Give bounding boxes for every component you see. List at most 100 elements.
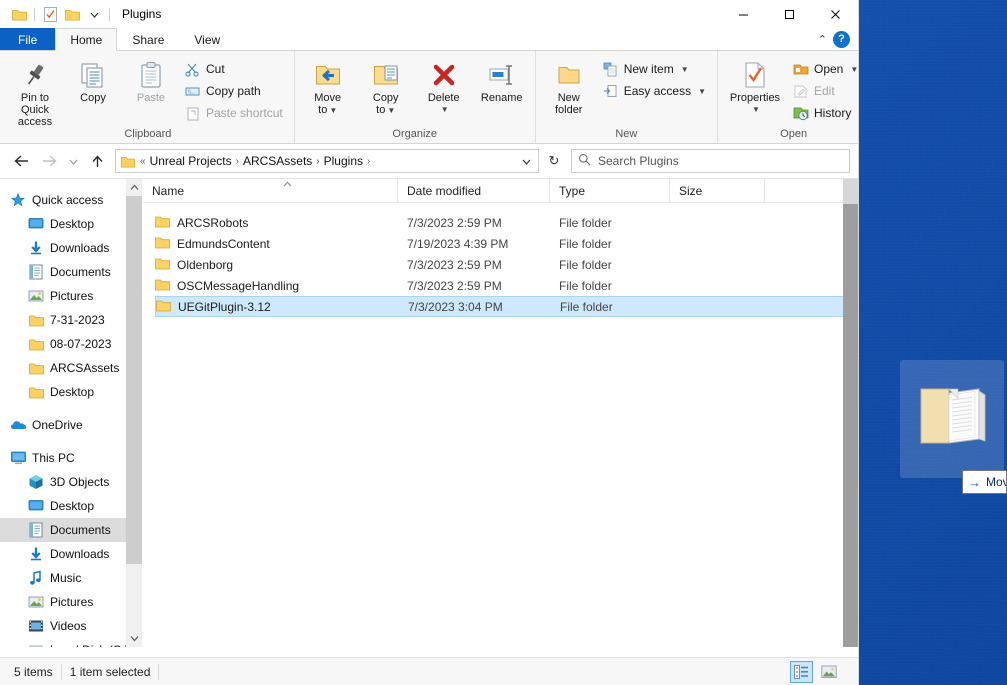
rename-label: Rename bbox=[480, 92, 523, 104]
search-input[interactable]: Search Plugins bbox=[571, 149, 850, 173]
new-item-button[interactable]: New item ▼ bbox=[600, 58, 711, 80]
maximize-button[interactable] bbox=[766, 0, 812, 28]
new-small-buttons: New item ▼ Easy access ▼ bbox=[598, 54, 713, 102]
tab-home[interactable]: Home bbox=[55, 28, 118, 51]
customize-qat-dropdown-icon[interactable] bbox=[83, 3, 105, 25]
sidebar-item-desktop-folder[interactable]: Desktop bbox=[0, 380, 142, 404]
sidebar-item-pictures-qa[interactable]: Pictures bbox=[0, 284, 142, 308]
sidebar-scrollbar[interactable] bbox=[126, 179, 142, 647]
navigation-pane: Quick access Desktop Downloads Documents… bbox=[0, 179, 143, 647]
forward-arrow-icon[interactable] bbox=[36, 148, 62, 174]
sidebar-scroll-thumb[interactable] bbox=[126, 196, 142, 564]
close-button[interactable] bbox=[812, 0, 858, 28]
breadcrumb-item-1[interactable]: ARCSAssets bbox=[240, 154, 315, 168]
new-folder-icon[interactable] bbox=[61, 3, 83, 25]
new-item-dropdown-icon[interactable]: ▼ bbox=[681, 65, 689, 74]
folder-icon[interactable] bbox=[8, 3, 30, 25]
easy-access-dropdown-icon[interactable]: ▼ bbox=[698, 87, 706, 96]
sidebar-item-08-07-2023[interactable]: 08-07-2023 bbox=[0, 332, 142, 356]
address-dropdown-icon[interactable] bbox=[516, 150, 536, 172]
file-list-scrollbar[interactable] bbox=[843, 179, 858, 647]
back-arrow-icon[interactable] bbox=[8, 148, 34, 174]
address-breadcrumb-bar[interactable]: « Unreal Projects › ARCSAssets › Plugins… bbox=[115, 149, 539, 173]
tab-share[interactable]: Share bbox=[117, 28, 179, 50]
copy-path-icon: \\... bbox=[184, 83, 201, 100]
sidebar-item-onedrive[interactable]: OneDrive bbox=[0, 413, 142, 437]
cut-button[interactable]: Cut bbox=[182, 58, 288, 80]
recent-locations-icon[interactable] bbox=[64, 148, 82, 174]
table-row[interactable]: ARCSRobots 7/3/2023 2:59 PM File folder bbox=[155, 212, 855, 233]
sidebar-item-downloads-qa[interactable]: Downloads bbox=[0, 236, 142, 260]
up-arrow-icon[interactable] bbox=[84, 148, 110, 174]
minimize-button[interactable] bbox=[720, 0, 766, 28]
file-name-text: OSCMessageHandling bbox=[177, 278, 300, 293]
new-folder-button[interactable]: New folder bbox=[540, 54, 598, 116]
ribbon-right-controls: ⌃ ? bbox=[818, 28, 858, 50]
sidebar-item-desktop-qa[interactable]: Desktop bbox=[0, 212, 142, 236]
search-icon bbox=[578, 153, 591, 169]
new-folder-label-2: folder bbox=[554, 104, 583, 116]
open-group-label: Open bbox=[780, 128, 808, 140]
sidebar-item-local-disk[interactable]: Local Disk (C:) bbox=[0, 638, 142, 647]
refresh-icon[interactable]: ↻ bbox=[541, 149, 567, 173]
paste-button[interactable]: Paste bbox=[122, 54, 180, 104]
column-header-size[interactable]: Size bbox=[670, 179, 765, 202]
sidebar-item-this-pc[interactable]: This PC bbox=[0, 446, 142, 470]
tab-view[interactable]: View bbox=[179, 28, 235, 50]
sidebar-item-3d-objects[interactable]: 3D Objects bbox=[0, 470, 142, 494]
delete-button[interactable]: Delete ▼ bbox=[415, 54, 473, 116]
sidebar-item-desktop-pc[interactable]: Desktop bbox=[0, 494, 142, 518]
table-row[interactable]: UEGitPlugin-3.12 7/3/2023 3:04 PM File f… bbox=[155, 296, 855, 317]
sidebar-item-quick-access[interactable]: Quick access bbox=[0, 188, 142, 212]
open-dropdown-icon[interactable]: ▼ bbox=[850, 65, 858, 74]
sidebar-item-downloads-pc[interactable]: Downloads bbox=[0, 542, 142, 566]
easy-access-button[interactable]: Easy access ▼ bbox=[600, 80, 711, 102]
collapse-ribbon-icon[interactable]: ⌃ bbox=[818, 33, 827, 46]
delete-dropdown-icon[interactable]: ▼ bbox=[441, 104, 449, 116]
sidebar-label: 7-31-2023 bbox=[50, 313, 105, 327]
table-row[interactable]: Oldenborg 7/3/2023 2:59 PM File folder bbox=[155, 254, 855, 275]
sidebar-item-documents-qa[interactable]: Documents bbox=[0, 260, 142, 284]
copy-path-button[interactable]: \\... Copy path bbox=[182, 80, 288, 102]
breadcrumb-item-2[interactable]: Plugins bbox=[321, 154, 366, 168]
table-row[interactable]: OSCMessageHandling 7/3/2023 2:59 PM File… bbox=[155, 275, 855, 296]
sidebar-scroll-up-icon[interactable] bbox=[126, 179, 142, 196]
move-to-button[interactable]: Move to ▼ bbox=[299, 54, 357, 117]
breadcrumb-separator-2[interactable]: › bbox=[366, 156, 371, 167]
file-list-scroll-thumb[interactable] bbox=[843, 179, 858, 204]
sidebar-item-documents-pc[interactable]: Documents bbox=[0, 518, 142, 542]
open-button[interactable]: Open ▼ bbox=[790, 58, 858, 80]
breadcrumb-overflow[interactable]: « bbox=[139, 156, 147, 167]
move-to-label-2: to ▼ bbox=[318, 104, 338, 116]
pin-icon bbox=[22, 58, 48, 92]
column-header-date-modified[interactable]: Date modified bbox=[398, 179, 550, 202]
rename-button[interactable]: Rename bbox=[473, 54, 531, 104]
history-button[interactable]: History bbox=[790, 102, 858, 124]
easy-access-icon bbox=[602, 83, 619, 100]
column-header-name[interactable]: Name bbox=[143, 179, 398, 202]
column-header-type[interactable]: Type bbox=[550, 179, 670, 202]
breadcrumb-item-0[interactable]: Unreal Projects bbox=[147, 154, 235, 168]
properties-icon[interactable] bbox=[39, 3, 61, 25]
sidebar-item-7-31-2023[interactable]: 7-31-2023 bbox=[0, 308, 142, 332]
help-icon[interactable]: ? bbox=[833, 30, 850, 48]
this-pc-icon bbox=[9, 449, 27, 467]
details-view-button[interactable] bbox=[790, 660, 813, 683]
table-row[interactable]: EdmundsContent 7/19/2023 4:39 PM File fo… bbox=[155, 233, 855, 254]
tab-file[interactable]: File bbox=[0, 28, 56, 50]
sidebar-item-music[interactable]: Music bbox=[0, 566, 142, 590]
sidebar-scroll-down-icon[interactable] bbox=[126, 630, 142, 647]
edit-button[interactable]: Edit bbox=[790, 80, 858, 102]
sidebar-item-videos[interactable]: Videos bbox=[0, 614, 142, 638]
sidebar-item-pictures-pc[interactable]: Pictures bbox=[0, 590, 142, 614]
copy-to-button[interactable]: Copy to ▼ bbox=[357, 54, 415, 117]
sidebar-item-arcsassets[interactable]: ARCSAssets bbox=[0, 356, 142, 380]
large-icons-view-button[interactable] bbox=[817, 661, 840, 683]
copy-button[interactable]: Copy bbox=[64, 54, 122, 104]
pin-to-quick-access-button[interactable]: Pin to Quick access bbox=[6, 54, 64, 128]
properties-dropdown-icon[interactable]: ▼ bbox=[752, 104, 760, 116]
properties-button[interactable]: Properties ▼ bbox=[722, 54, 788, 116]
paste-shortcut-button[interactable]: Paste shortcut bbox=[182, 102, 288, 124]
sidebar-scroll-track[interactable] bbox=[126, 196, 142, 630]
quick-access-star-icon bbox=[9, 191, 27, 209]
